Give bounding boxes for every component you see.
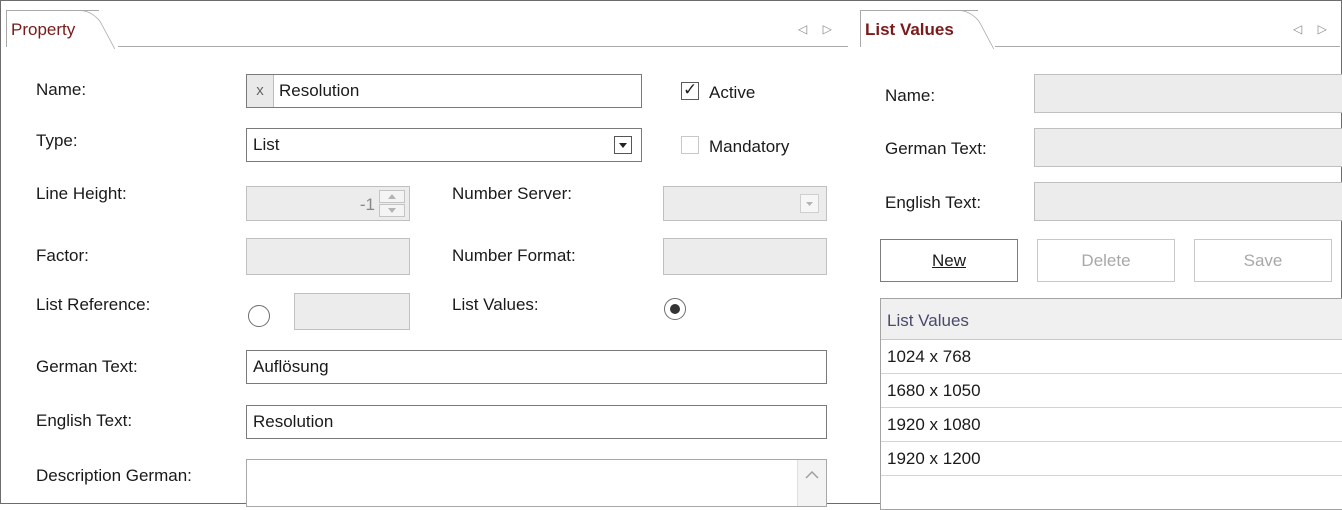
german-text-label: German Text: [36, 357, 138, 376]
factor-field[interactable] [246, 238, 410, 275]
row-value: 1920 x 1200 [887, 449, 981, 468]
spinner-up-icon[interactable] [379, 190, 405, 203]
factor-label: Factor: [36, 246, 89, 265]
property-nav-arrows[interactable]: ◁ ▷ [798, 22, 838, 36]
table-row[interactable]: 1680 x 1050 [881, 374, 1342, 408]
mandatory-label: Mandatory [709, 137, 790, 156]
tab-property[interactable]: Property [6, 10, 100, 47]
table-row[interactable]: 1920 x 1080 [881, 408, 1342, 442]
number-server-dropdown[interactable] [663, 186, 827, 221]
new-button[interactable]: New [880, 239, 1018, 282]
checkmark-icon: ✓ [683, 80, 698, 99]
active-checkbox[interactable]: ✓ [681, 80, 699, 100]
table-row[interactable]: 1024 x 768 [881, 340, 1342, 374]
delete-button[interactable]: Delete [1037, 239, 1175, 282]
type-label: Type: [36, 131, 78, 150]
list-values-radio[interactable] [664, 298, 686, 320]
active-label: Active [709, 83, 756, 102]
type-value: List [253, 135, 280, 154]
german-text-value: Auflösung [253, 357, 329, 376]
save-button[interactable]: Save [1194, 239, 1332, 282]
row-value: 1920 x 1080 [887, 415, 981, 434]
tab-list-values-label: List Values [865, 20, 954, 39]
lv-name-field[interactable] [1034, 74, 1342, 113]
new-button-label: New [931, 251, 966, 270]
list-reference-field[interactable] [294, 293, 410, 330]
list-reference-label: List Reference: [36, 295, 151, 314]
number-server-label: Number Server: [452, 184, 572, 203]
radio-selected-dot [670, 304, 680, 314]
description-german-label: Description German: [36, 466, 192, 485]
number-format-label: Number Format: [452, 246, 576, 265]
english-text-value: Resolution [253, 412, 334, 431]
line-height-value: -1 [359, 195, 375, 214]
name-label: Name: [36, 80, 87, 99]
tab-property-label: Property [11, 20, 76, 39]
tab-strip-divider [118, 46, 848, 47]
spinner-down-icon[interactable] [379, 204, 405, 217]
lv-german-text-field[interactable] [1034, 128, 1342, 167]
list-values-nav-arrows[interactable]: ◁ ▷ [1293, 22, 1333, 36]
line-height-spinner[interactable]: -1 [246, 186, 410, 221]
chevron-up-icon[interactable] [798, 462, 826, 488]
grid-header[interactable]: List Values [881, 299, 1342, 340]
description-german-textarea[interactable] [246, 459, 827, 507]
english-text-field[interactable]: Resolution [246, 405, 827, 439]
type-dropdown[interactable]: List [246, 128, 642, 162]
english-text-label: English Text: [36, 411, 133, 430]
line-height-label: Line Height: [36, 184, 127, 203]
list-reference-radio[interactable] [248, 305, 270, 327]
triangle-down-icon[interactable] [614, 136, 632, 154]
textarea-scrollbar[interactable] [797, 460, 826, 506]
german-text-field[interactable]: Auflösung [246, 350, 827, 384]
name-prefix: x [247, 75, 274, 107]
number-server-dropdown-icon [800, 194, 819, 213]
save-button-label: Save [1243, 251, 1283, 270]
grid-header-label: List Values [887, 311, 969, 330]
tab-list-values[interactable]: List Values [860, 10, 978, 47]
delete-button-label: Delete [1081, 251, 1131, 270]
name-field[interactable]: x Resolution [246, 74, 642, 108]
row-value: 1680 x 1050 [887, 381, 981, 400]
table-row[interactable]: 1920 x 1200 [881, 442, 1342, 476]
name-value: Resolution [279, 81, 360, 100]
number-format-field[interactable] [663, 238, 827, 275]
lv-english-text-label: English Text: [885, 193, 982, 212]
mandatory-checkbox[interactable] [681, 136, 699, 154]
row-value: 1024 x 768 [887, 347, 972, 366]
list-values-label: List Values: [452, 295, 539, 314]
lv-german-text-label: German Text: [885, 139, 987, 158]
lv-name-label: Name: [885, 86, 936, 105]
tab-strip-divider-right [995, 46, 1340, 47]
lv-english-text-field[interactable] [1034, 182, 1342, 221]
list-values-grid[interactable]: List Values 1024 x 768 1680 x 1050 1920 … [880, 298, 1342, 510]
